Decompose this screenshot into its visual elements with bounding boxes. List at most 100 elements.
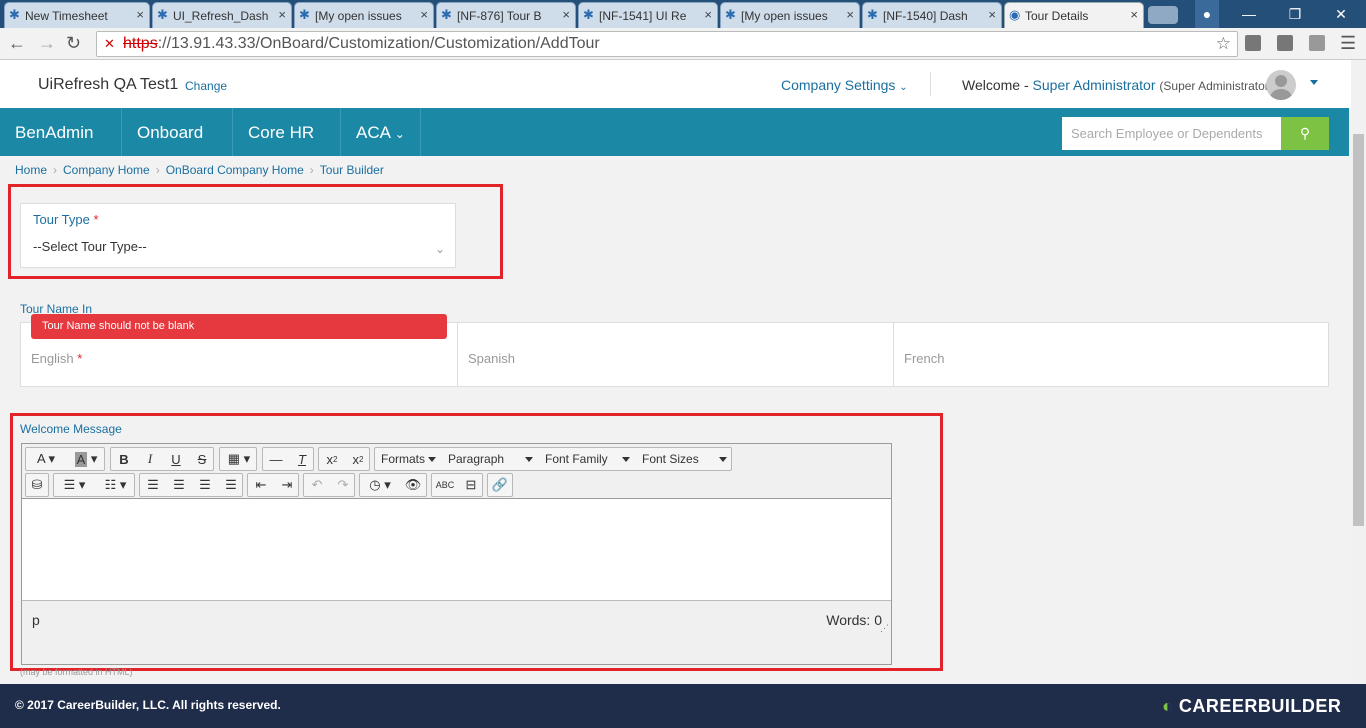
align-left-icon[interactable]: ☰ [140,474,166,496]
align-justify-icon[interactable]: ☰ [218,474,244,496]
company-settings-menu[interactable]: Company Settings ⌄ [781,77,908,93]
avatar[interactable] [1266,70,1296,100]
profile-icon[interactable]: ● [1195,0,1219,28]
underline-icon[interactable]: U [163,448,189,470]
close-icon[interactable]: × [278,7,286,22]
tour-type-label-text: Tour Type [33,212,90,227]
insecure-lock-icon: ✕ [104,36,115,51]
browser-tab[interactable]: ✱ [My open issues × [720,2,860,28]
close-icon[interactable]: × [846,7,854,22]
nav-item-aca[interactable]: ACA ⌄ [341,108,421,156]
pdf-extension-icon[interactable] [1309,35,1325,51]
tour-type-value[interactable]: --Select Tour Type-- [33,239,147,254]
restore-button[interactable]: ❐ [1272,0,1318,28]
nav-item-corehr[interactable]: Core HR ⌄ [233,108,341,191]
change-company-link[interactable]: Change [185,79,227,93]
tab-title: Tour Details [1025,9,1089,23]
extension-icon[interactable] [1245,35,1261,51]
tour-name-french-input[interactable]: French [893,323,1329,386]
text-color-icon[interactable]: A ▾ [26,448,66,470]
nav-item-onboard[interactable]: Onboard ⌄ [122,108,233,191]
script-group: x2 x2 [318,447,370,471]
browser-tab[interactable]: ✱ [My open issues × [294,2,434,28]
nav-label: BenAdmin [15,123,94,142]
link-icon[interactable]: 🔗 [488,474,512,496]
close-icon[interactable]: × [420,7,428,22]
preview-icon[interactable]: 👁 [400,474,426,496]
tour-name-spanish-input[interactable]: Spanish [457,323,893,386]
browser-tab[interactable]: ✱ New Timesheet × [4,2,150,28]
chevron-down-icon[interactable]: ⌄ [435,242,445,256]
divider [930,72,931,96]
resize-handle-icon[interactable]: ⋰ [880,623,889,634]
breadcrumb-company-home[interactable]: Company Home [63,163,150,177]
horizontal-rule-icon[interactable]: — [263,448,289,470]
required-mark: * [93,212,99,227]
chevron-down-icon: ⌄ [394,127,405,141]
align-center-icon[interactable]: ☰ [166,474,192,496]
search-input[interactable] [1062,117,1281,150]
table-icon[interactable]: ▦ ▾ [220,448,258,470]
url-field[interactable]: ✕ https://13.91.43.33/OnBoard/Customizat… [96,31,1238,57]
bold-icon[interactable]: B [111,448,137,470]
subscript-icon[interactable]: x2 [319,448,345,470]
tools-group: ABC ⊟ [431,473,483,497]
breadcrumb-tour-builder[interactable]: Tour Builder [320,163,384,177]
background-color-icon[interactable]: A ▾ [66,448,106,470]
font-family-dropdown[interactable]: Font Family [539,448,636,470]
indent-group: ⇤ ⇥ [247,473,299,497]
breadcrumb-onboard-company-home[interactable]: OnBoard Company Home [166,163,304,177]
browser-tab[interactable]: ✱ UI_Refresh_Dash × [152,2,292,28]
find-replace-icon[interactable]: ⛁ [26,474,48,496]
minimize-button[interactable]: — [1226,0,1272,28]
bookmark-star-icon[interactable]: ☆ [1216,32,1231,56]
outdent-icon[interactable]: ⇤ [248,474,274,496]
new-tab-button[interactable] [1148,6,1178,24]
close-icon[interactable]: × [136,7,144,22]
tab-title: UI_Refresh_Dash [173,8,269,23]
nav-item-benadmin[interactable]: BenAdmin ⌄ [0,108,122,191]
close-icon[interactable]: × [1130,7,1138,22]
browser-tab[interactable]: ✱ [NF-876] Tour B × [436,2,576,28]
align-right-icon[interactable]: ☰ [192,474,218,496]
link-group: 🔗 [487,473,513,497]
close-window-button[interactable]: ✕ [1318,0,1364,28]
browser-tab-active[interactable]: ◉ Tour Details × [1004,2,1144,29]
close-icon[interactable]: × [562,7,570,22]
clear-format-icon[interactable]: T [289,448,315,470]
close-icon[interactable]: × [988,7,996,22]
scrollbar-thumb[interactable] [1353,134,1364,526]
breadcrumb: Home › Company Home › OnBoard Company Home… [15,163,384,177]
caret-down-icon[interactable] [1310,80,1318,85]
reload-icon[interactable]: ↻ [66,33,81,54]
font-sizes-dropdown[interactable]: Font Sizes [636,448,733,470]
formats-dropdown[interactable]: Formats [375,448,442,470]
indent-icon[interactable]: ⇥ [274,474,300,496]
browser-tab[interactable]: ✱ [NF-1541] UI Re × [578,2,718,28]
jira-icon: ✱ [867,7,878,22]
url-scheme: https [123,35,158,52]
menu-icon[interactable]: ☰ [1340,33,1356,54]
username[interactable]: Super Administrator [1033,77,1156,93]
close-icon[interactable]: × [704,7,712,22]
table-group: ▦ ▾ [219,447,257,471]
insert-datetime-icon[interactable]: ◷ ▾ [360,474,400,496]
page-break-icon[interactable]: ⊟ [458,474,484,496]
superscript-icon[interactable]: x2 [345,448,371,470]
redo-icon[interactable]: ↷ [330,474,356,496]
undo-icon[interactable]: ↶ [304,474,330,496]
back-icon[interactable]: ← [8,33,26,54]
editor-content-area[interactable] [22,499,891,600]
globe-icon: ◉ [1009,7,1021,22]
spellcheck-icon[interactable]: ABC [432,474,458,496]
breadcrumb-home[interactable]: Home [15,163,47,177]
strikethrough-icon[interactable]: S [189,448,215,470]
italic-icon[interactable]: I [137,448,163,470]
forward-icon[interactable]: → [38,33,56,54]
numbered-list-icon[interactable]: ☷ ▾ [95,474,136,496]
extension-icon[interactable] [1277,35,1293,51]
search-button[interactable]: ⚲ [1281,117,1329,150]
paragraph-dropdown[interactable]: Paragraph [442,448,539,470]
browser-tab[interactable]: ✱ [NF-1540] Dash × [862,2,1002,28]
bullet-list-icon[interactable]: ☰ ▾ [54,474,95,496]
